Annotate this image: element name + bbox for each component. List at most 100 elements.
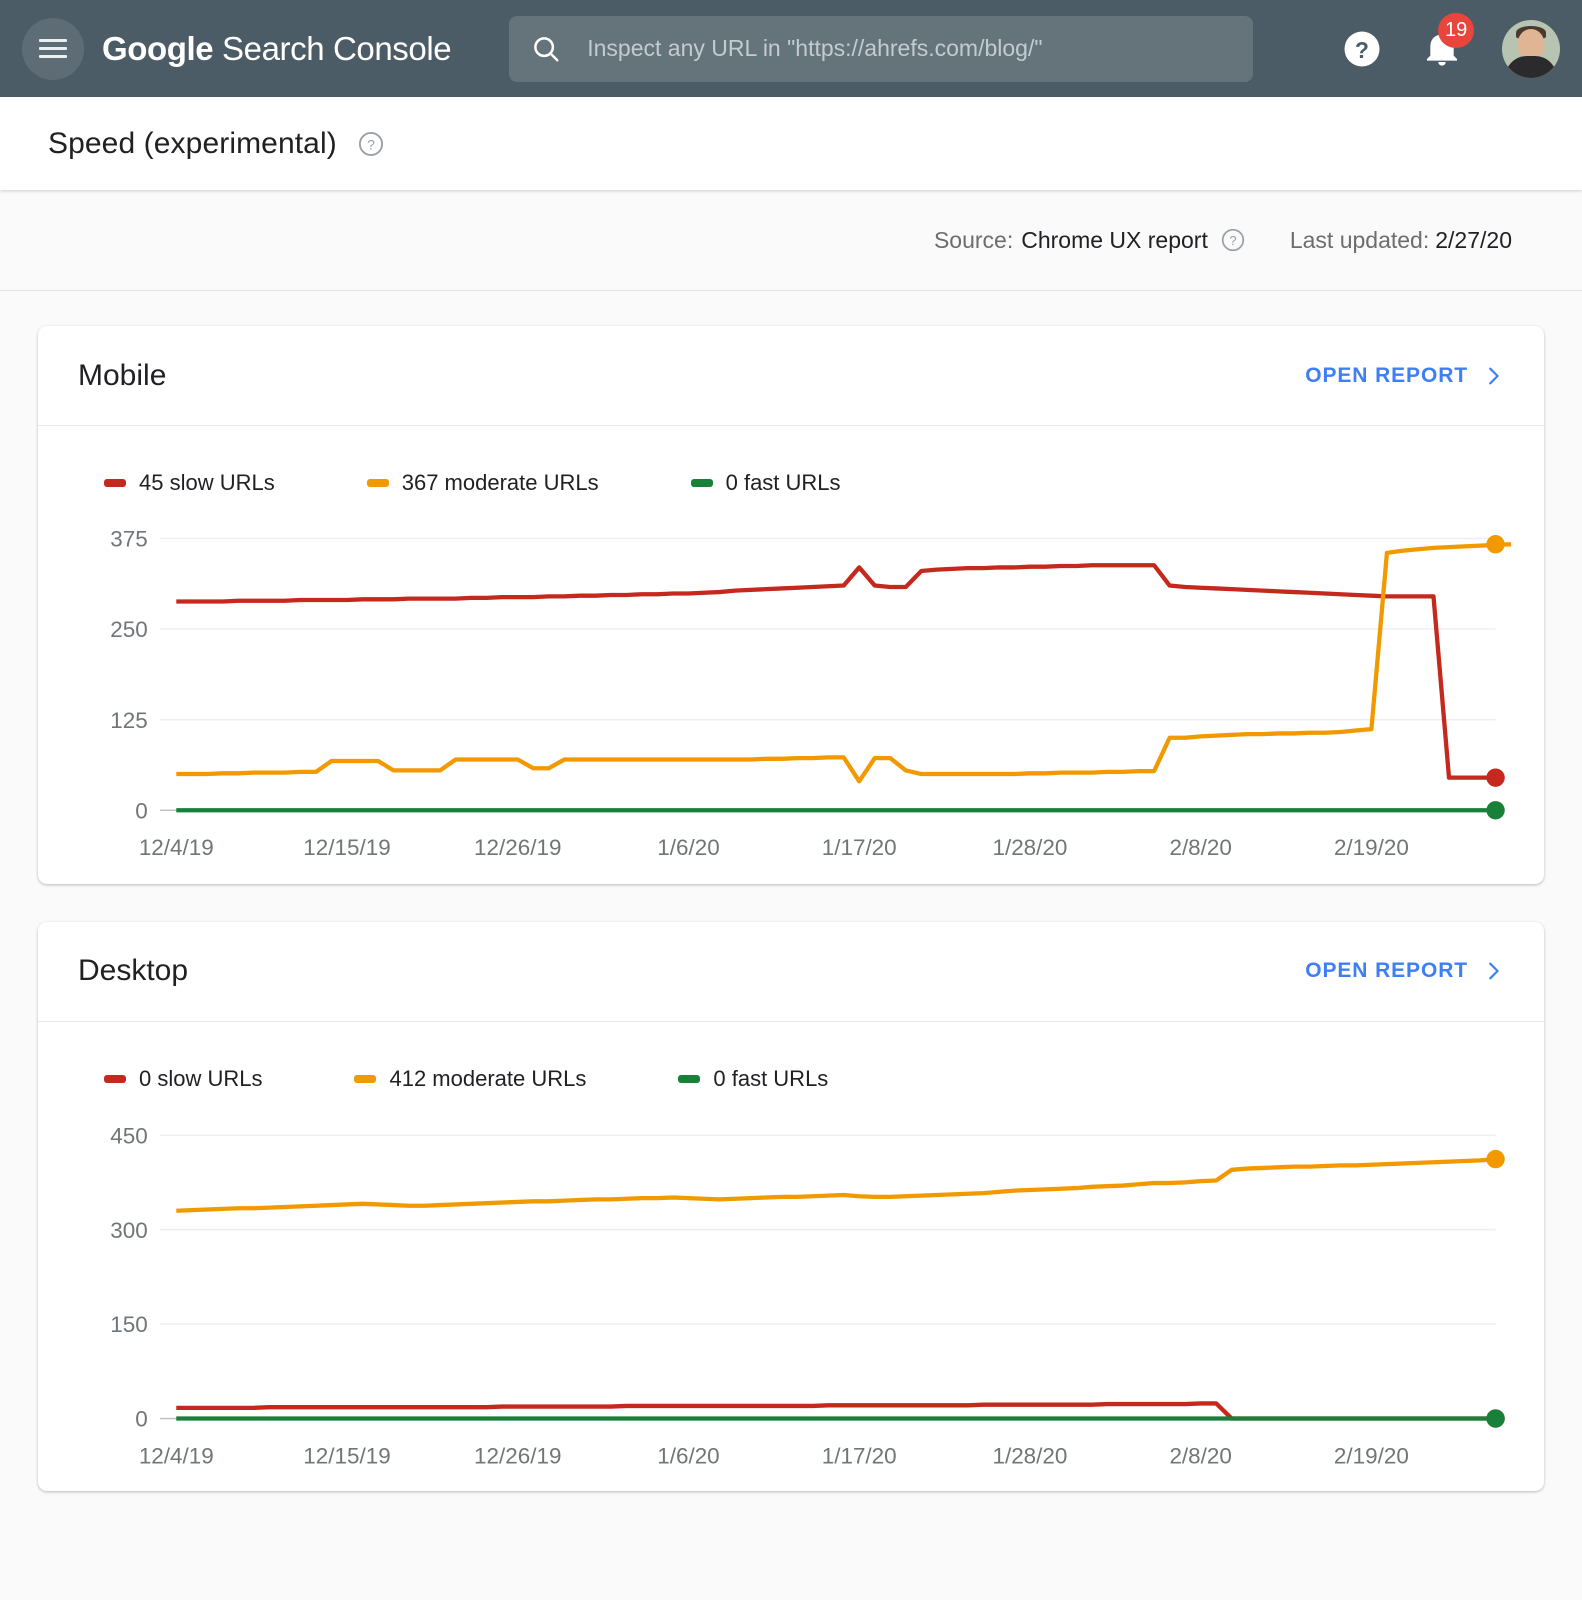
brand-search-console: Search Console (213, 30, 451, 67)
help-button[interactable]: ? (1336, 23, 1388, 75)
svg-text:?: ? (367, 136, 375, 152)
legend-item-moderate[interactable]: 412 moderate URLs (354, 1066, 586, 1092)
search-input[interactable] (587, 35, 1231, 62)
source-value: Chrome UX report (1021, 227, 1208, 254)
x-axis-tick-label: 2/8/20 (1169, 835, 1231, 860)
legend-swatch-fast (678, 1075, 700, 1083)
series-end-point (1486, 768, 1504, 786)
source-help-button[interactable]: ? (1220, 227, 1246, 253)
x-axis-tick-label: 1/17/20 (822, 835, 897, 860)
legend-swatch-moderate (367, 479, 389, 487)
legend-label-moderate: 412 moderate URLs (389, 1066, 586, 1092)
notifications-button[interactable]: 19 (1416, 23, 1468, 75)
mobile-chart[interactable]: 0 125 250 375 12/4/19 12/15/19 12/26/19 1/6/20 1… (38, 506, 1544, 884)
chevron-right-icon (1482, 365, 1504, 387)
brand-google: Google (102, 30, 213, 67)
legend-label-fast: 0 fast URLs (713, 1066, 828, 1092)
avatar-head (1518, 29, 1545, 59)
mobile-chart-legend: 45 slow URLs 367 moderate URLs 0 fast UR… (38, 426, 1544, 506)
content-area: Mobile OPEN REPORT 45 slow URLs (0, 291, 1582, 1491)
y-axis-tick-label: 0 (135, 798, 148, 823)
search-icon (531, 34, 561, 64)
x-axis-tick-label: 2/19/20 (1334, 835, 1409, 860)
x-axis-tick-label: 12/4/19 (139, 1443, 214, 1468)
legend-swatch-fast (691, 479, 713, 487)
legend-item-fast[interactable]: 0 fast URLs (691, 470, 841, 496)
mobile-card-title: Mobile (78, 359, 166, 393)
y-axis-tick-label: 250 (110, 617, 147, 642)
x-axis-tick-label: 1/28/20 (992, 835, 1067, 860)
x-axis-tick-label: 1/6/20 (657, 835, 719, 860)
legend-swatch-slow (104, 1075, 126, 1083)
open-report-label: OPEN REPORT (1305, 959, 1468, 983)
series-end-point (1486, 801, 1504, 819)
desktop-card-title: Desktop (78, 954, 188, 988)
series-line (176, 1403, 1495, 1418)
desktop-chart-legend: 0 slow URLs 412 moderate URLs 0 fast URL… (38, 1022, 1544, 1102)
series-line (176, 544, 1511, 781)
x-axis-tick-label: 12/26/19 (474, 1443, 561, 1468)
page-title-bar: Speed (experimental) ? (0, 97, 1582, 190)
y-axis-tick-label: 150 (110, 1312, 147, 1337)
series-line (176, 1159, 1495, 1211)
brand-logo: Google Search Console (102, 30, 451, 68)
desktop-speed-card: Desktop OPEN REPORT 0 slow URLs (38, 922, 1544, 1492)
desktop-line-chart-svg[interactable]: 0 150 300 450 12/4/19 12/15/19 12/26/19 1/6/20 1… (66, 1102, 1516, 1482)
url-inspection-search-bar[interactable] (509, 16, 1253, 82)
user-avatar[interactable] (1502, 20, 1560, 78)
y-axis-tick-label: 450 (110, 1123, 147, 1148)
x-axis-tick-label: 2/8/20 (1169, 1443, 1231, 1468)
desktop-open-report-link[interactable]: OPEN REPORT (1305, 959, 1504, 983)
hamburger-icon (39, 34, 67, 63)
x-axis-tick-label: 12/4/19 (139, 835, 214, 860)
x-axis-tick-label: 12/15/19 (303, 1443, 390, 1468)
notification-badge: 19 (1438, 13, 1474, 48)
chevron-right-icon (1482, 960, 1504, 982)
x-axis-tick-label: 1/17/20 (822, 1443, 897, 1468)
legend-label-moderate: 367 moderate URLs (402, 470, 599, 496)
series-line (176, 565, 1495, 777)
last-updated-label: Last updated: (1290, 227, 1429, 253)
last-updated-value: 2/27/20 (1435, 227, 1512, 253)
svg-text:?: ? (1229, 233, 1236, 248)
hamburger-menu-button[interactable] (22, 18, 84, 80)
x-axis-tick-label: 12/15/19 (303, 835, 390, 860)
legend-swatch-slow (104, 479, 126, 487)
x-axis-tick-label: 1/28/20 (992, 1443, 1067, 1468)
x-axis-tick-label: 1/6/20 (657, 1443, 719, 1468)
top-app-bar: Google Search Console ? 19 (0, 0, 1582, 97)
open-report-label: OPEN REPORT (1305, 364, 1468, 388)
legend-swatch-moderate (354, 1075, 376, 1083)
page-title: Speed (experimental) (48, 127, 337, 161)
desktop-chart[interactable]: 0 150 300 450 12/4/19 12/15/19 12/26/19 1/6/20 1… (38, 1102, 1544, 1492)
y-axis-tick-label: 125 (110, 708, 147, 733)
legend-item-moderate[interactable]: 367 moderate URLs (367, 470, 599, 496)
legend-item-slow[interactable]: 45 slow URLs (104, 470, 275, 496)
legend-item-fast[interactable]: 0 fast URLs (678, 1066, 828, 1092)
svg-text:?: ? (1355, 36, 1369, 62)
series-end-point (1486, 535, 1504, 553)
y-axis-tick-label: 0 (135, 1406, 148, 1431)
mobile-speed-card: Mobile OPEN REPORT 45 slow URLs (38, 326, 1544, 884)
legend-item-slow[interactable]: 0 slow URLs (104, 1066, 262, 1092)
legend-label-slow: 45 slow URLs (139, 470, 275, 496)
last-updated: Last updated:2/27/20 (1290, 227, 1512, 254)
x-axis-tick-label: 12/26/19 (474, 835, 561, 860)
mobile-line-chart-svg[interactable]: 0 125 250 375 12/4/19 12/15/19 12/26/19 1/6/20 1… (66, 506, 1516, 874)
mobile-open-report-link[interactable]: OPEN REPORT (1305, 364, 1504, 388)
page-title-help-button[interactable]: ? (357, 130, 385, 158)
y-axis-tick-label: 300 (110, 1217, 147, 1242)
legend-label-slow: 0 slow URLs (139, 1066, 262, 1092)
mobile-card-header: Mobile OPEN REPORT (38, 326, 1544, 426)
help-circle-icon: ? (1220, 227, 1246, 253)
source-label: Source: (934, 227, 1013, 254)
source-bar: Source: Chrome UX report ? Last updated:… (0, 190, 1582, 291)
help-icon: ? (1341, 28, 1383, 70)
x-axis-tick-label: 2/19/20 (1334, 1443, 1409, 1468)
y-axis-tick-label: 375 (110, 527, 147, 552)
help-circle-icon: ? (357, 130, 385, 158)
desktop-card-header: Desktop OPEN REPORT (38, 922, 1544, 1022)
series-end-point (1486, 1150, 1504, 1168)
series-end-point (1486, 1409, 1504, 1427)
avatar-body (1505, 56, 1557, 78)
